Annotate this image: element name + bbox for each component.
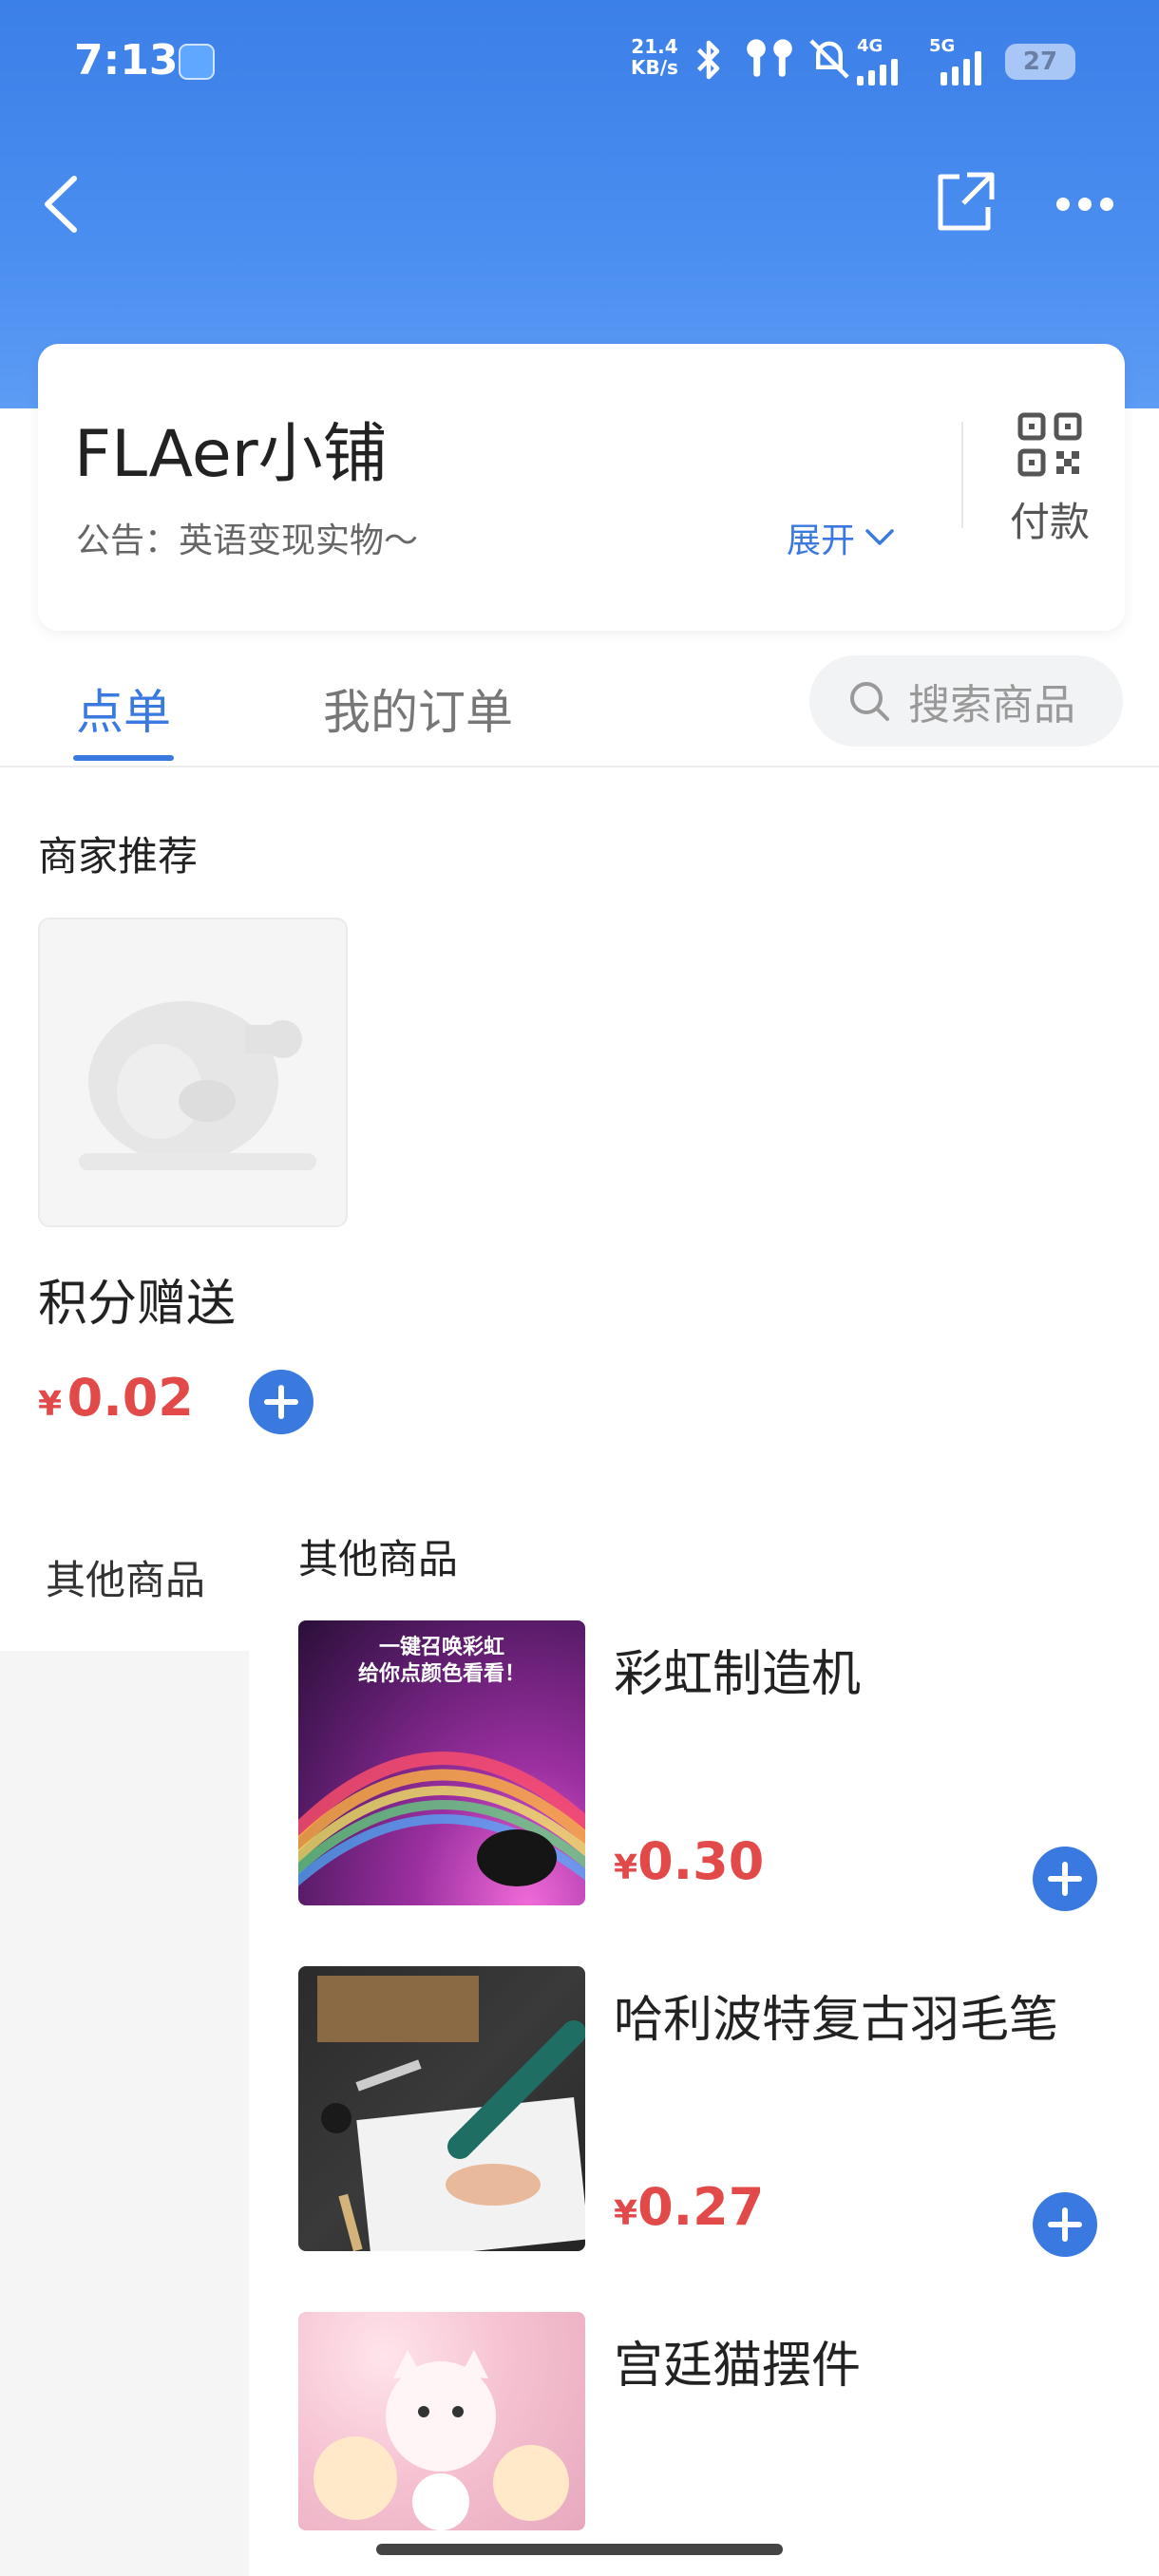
product-item[interactable]: 一键召唤彩虹 给你点颜色看看！ 彩虹制造机 ¥0.30 [298, 1620, 1134, 1911]
sim1-network-type: 4G [857, 36, 884, 56]
recommend-section-title: 商家推荐 [38, 833, 199, 880]
search-icon [850, 682, 889, 721]
earbuds-icon [743, 36, 796, 89]
tab-my-orders[interactable]: 我的订单 [323, 674, 513, 743]
food-placeholder-icon [79, 1001, 316, 1170]
sidebar-item-label: 其他商品 [46, 1557, 206, 1603]
network-speed: 21.4 KB/s [631, 36, 678, 78]
share-button[interactable] [931, 169, 998, 236]
sim1-signal-icon [857, 59, 898, 85]
product-price: ¥0.30 [614, 1831, 764, 1891]
more-dot-icon [1078, 198, 1092, 211]
sim2-signal-icon [940, 51, 981, 85]
product-image [298, 1966, 585, 2251]
bluetooth-icon [692, 38, 726, 91]
product-image: 一键召唤彩虹 给你点颜色看看！ [298, 1620, 585, 1905]
shop-info-card: FLAer小铺 公告：英语变现实物～ 展开 付款 [38, 344, 1125, 631]
price-value: 0.02 [66, 1368, 194, 1428]
qr-code-icon [1017, 412, 1082, 477]
category-sidebar: 其他商品 [0, 1493, 249, 2576]
app-notification-icon [179, 44, 215, 80]
price-value: 0.30 [637, 1831, 765, 1891]
recommend-product-name[interactable]: 积分赠送 [38, 1263, 236, 1335]
add-to-cart-button[interactable] [249, 1370, 314, 1434]
product-item[interactable]: 哈利波特复古羽毛笔 ¥0.27 [298, 1966, 1134, 2257]
product-item[interactable]: 宫廷猫摆件 [298, 2312, 1134, 2530]
search-placeholder: 搜索商品 [908, 681, 1075, 729]
network-speed-value: 21.4 [631, 35, 678, 58]
shop-name: FLAer小铺 [74, 417, 388, 492]
product-price: ¥0.27 [614, 2177, 764, 2237]
product-placeholder-image[interactable] [38, 918, 348, 1227]
recommend-product-price: ¥ 0.02 [38, 1368, 194, 1428]
network-speed-unit: KB/s [631, 56, 678, 79]
search-input[interactable]: 搜索商品 [809, 655, 1123, 747]
product-name: 宫廷猫摆件 [614, 2338, 862, 2395]
add-to-cart-button[interactable] [1033, 1847, 1097, 1911]
shop-notice: 公告：英语变现实物～ [76, 521, 419, 560]
product-name: 哈利波特复古羽毛笔 [614, 1992, 1059, 2049]
status-time: 7:13 [74, 36, 179, 85]
tab-order[interactable]: 点单 [76, 674, 171, 743]
expand-label: 展开 [787, 521, 856, 560]
pay-button[interactable]: 付款 [998, 412, 1102, 548]
product-image [298, 2312, 585, 2530]
share-icon [938, 172, 995, 231]
currency-symbol: ¥ [614, 1848, 638, 1887]
chevron-down-icon [865, 529, 894, 545]
product-list-title: 其他商品 [298, 1536, 459, 1582]
home-indicator[interactable] [376, 2544, 783, 2555]
tab-bar: 点单 我的订单 搜索商品 [0, 655, 1159, 767]
more-options-button[interactable] [1056, 188, 1123, 220]
expand-notice-button[interactable]: 展开 [787, 513, 895, 562]
pay-label: 付款 [1009, 499, 1090, 545]
back-button[interactable] [36, 171, 93, 237]
image-caption: 给你点颜色看看！ [357, 1662, 525, 1686]
product-name: 彩虹制造机 [614, 1646, 862, 1703]
active-tab-indicator [73, 755, 174, 761]
more-dot-icon [1056, 198, 1070, 211]
add-to-cart-button[interactable] [1033, 2192, 1097, 2257]
sidebar-item-other-products[interactable]: 其他商品 [0, 1493, 249, 1651]
card-divider [961, 422, 963, 528]
currency-symbol: ¥ [614, 2194, 638, 2233]
status-bar: 7:13 21.4 KB/s 4G 5G 27 [0, 0, 1159, 123]
more-dot-icon [1100, 198, 1113, 211]
price-value: 0.27 [637, 2177, 765, 2237]
mute-bell-icon [806, 36, 853, 85]
currency-symbol: ¥ [38, 1385, 63, 1424]
battery-indicator: 27 [1005, 44, 1075, 80]
